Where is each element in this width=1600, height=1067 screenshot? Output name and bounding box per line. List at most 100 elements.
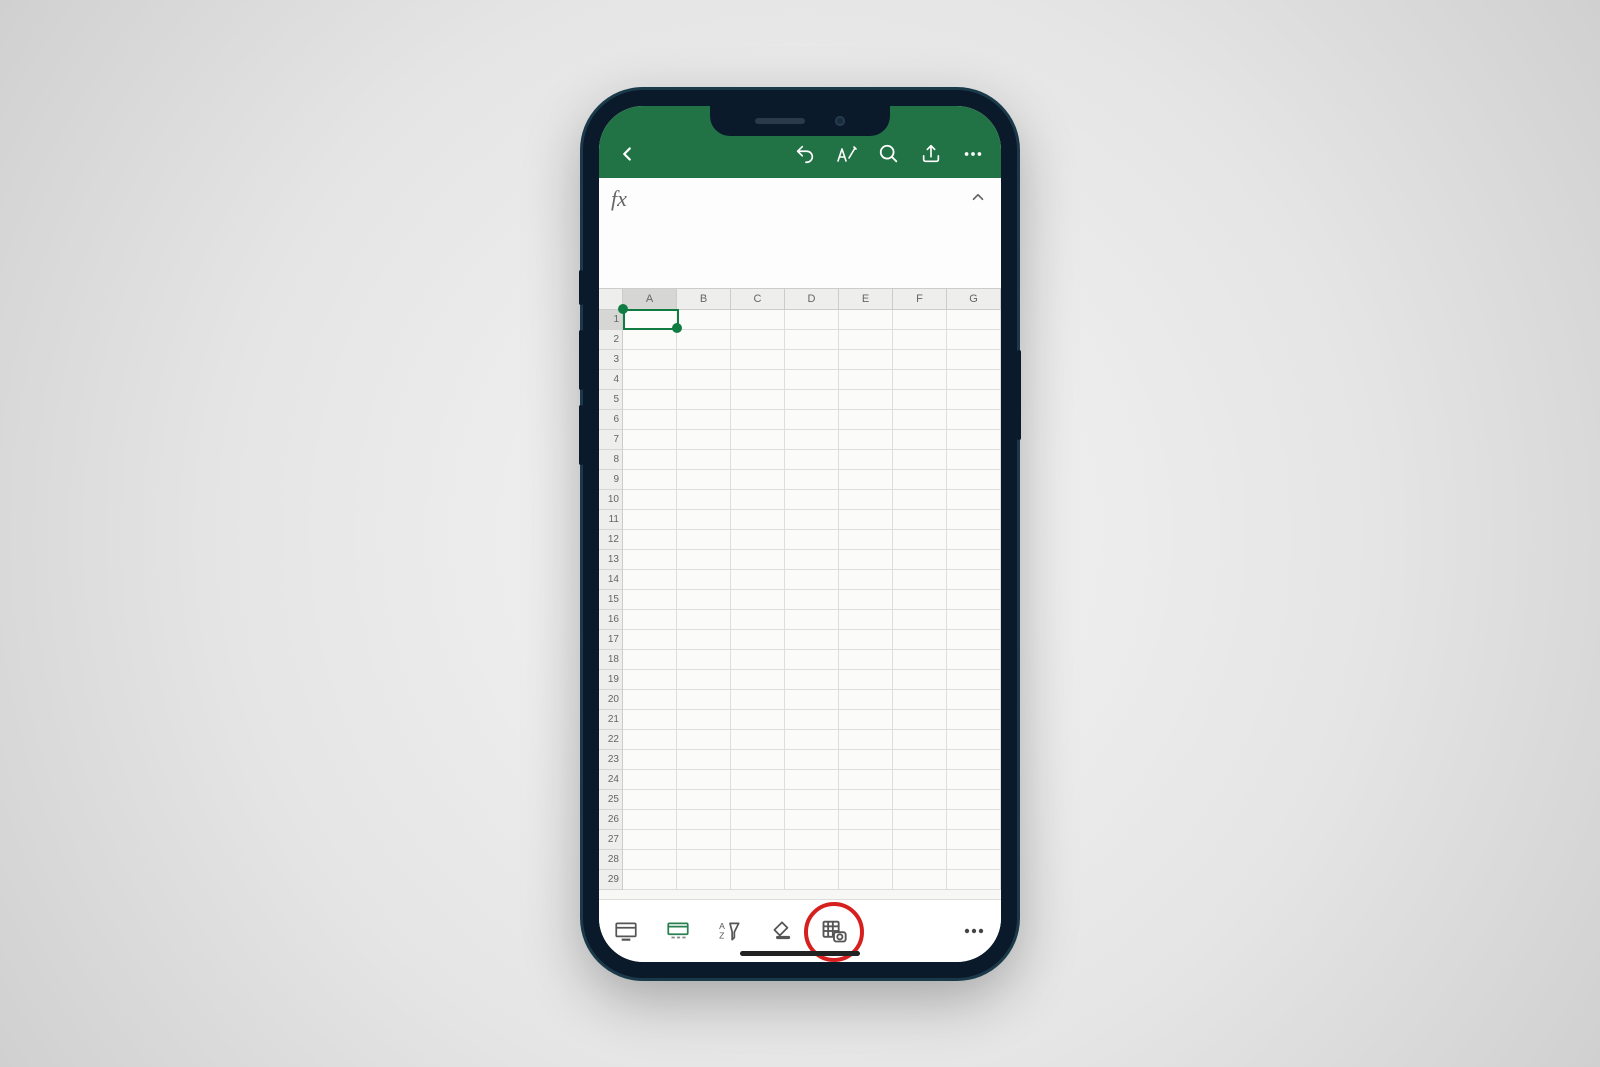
cell[interactable] [731,390,785,410]
cell[interactable] [947,610,1001,630]
row-header[interactable]: 22 [599,730,623,750]
cell[interactable] [839,770,893,790]
cell[interactable] [839,490,893,510]
toolbar-more-button[interactable] [957,914,991,948]
select-all-corner[interactable] [599,289,623,310]
cell[interactable] [839,450,893,470]
cell[interactable] [677,710,731,730]
cell[interactable] [731,450,785,470]
share-button[interactable] [913,136,949,172]
cell[interactable] [731,350,785,370]
cell[interactable] [731,330,785,350]
cell[interactable] [785,470,839,490]
row-header[interactable]: 21 [599,710,623,730]
home-indicator[interactable] [740,951,860,956]
cell[interactable] [677,470,731,490]
column-header[interactable]: C [731,289,785,310]
cell[interactable] [947,630,1001,650]
cell[interactable] [893,570,947,590]
cell[interactable] [785,390,839,410]
cell[interactable] [893,610,947,630]
cell[interactable] [947,490,1001,510]
row-header[interactable]: 28 [599,850,623,870]
row-header[interactable]: 15 [599,590,623,610]
cell[interactable] [893,370,947,390]
cell[interactable] [947,710,1001,730]
cell[interactable] [947,750,1001,770]
cell[interactable] [677,490,731,510]
cell[interactable] [947,470,1001,490]
cell[interactable] [731,670,785,690]
cell[interactable] [731,810,785,830]
cell[interactable] [785,590,839,610]
cell[interactable] [947,810,1001,830]
cell[interactable] [677,810,731,830]
cell[interactable] [947,530,1001,550]
row-header[interactable]: 1 [599,310,623,330]
cell[interactable] [785,450,839,470]
cell[interactable] [785,830,839,850]
column-header[interactable]: A [623,289,677,310]
row-header[interactable]: 18 [599,650,623,670]
cell[interactable] [623,670,677,690]
cell[interactable] [785,350,839,370]
cell[interactable] [785,370,839,390]
cell[interactable] [623,790,677,810]
cell[interactable] [893,410,947,430]
cell[interactable] [785,490,839,510]
sheet-tabs-button[interactable] [661,914,695,948]
column-header[interactable]: B [677,289,731,310]
spreadsheet-grid[interactable]: ABCDEFG123456789101112131415161718192021… [599,289,1001,899]
cell[interactable] [623,330,677,350]
cell[interactable] [839,750,893,770]
cell[interactable] [839,550,893,570]
row-header[interactable]: 16 [599,610,623,630]
cell[interactable] [677,410,731,430]
cell[interactable] [893,350,947,370]
cell[interactable] [677,310,731,330]
cell[interactable] [893,330,947,350]
cell[interactable] [947,650,1001,670]
cell[interactable] [623,590,677,610]
cell[interactable] [623,570,677,590]
cell[interactable] [947,310,1001,330]
cell[interactable] [839,690,893,710]
cell[interactable] [677,850,731,870]
cell[interactable] [677,770,731,790]
cell[interactable] [677,370,731,390]
cell[interactable] [839,610,893,630]
cell[interactable] [677,330,731,350]
cell[interactable] [947,430,1001,450]
cell[interactable] [893,510,947,530]
cell[interactable] [839,710,893,730]
cell[interactable] [623,370,677,390]
cell[interactable] [785,550,839,570]
cell[interactable] [623,550,677,570]
cell[interactable] [947,550,1001,570]
cell[interactable] [947,790,1001,810]
cell[interactable] [839,390,893,410]
cell[interactable] [839,590,893,610]
cell[interactable] [731,370,785,390]
row-header[interactable]: 17 [599,630,623,650]
cell[interactable] [677,830,731,850]
cell[interactable] [623,810,677,830]
cell[interactable] [785,530,839,550]
row-header[interactable]: 11 [599,510,623,530]
cell[interactable] [677,690,731,710]
cell[interactable] [947,370,1001,390]
row-header[interactable]: 10 [599,490,623,510]
cell[interactable] [839,410,893,430]
formula-bar[interactable]: fx [599,178,1001,289]
column-header[interactable]: F [893,289,947,310]
cell[interactable] [623,410,677,430]
cell[interactable] [731,830,785,850]
back-button[interactable] [609,136,645,172]
cell[interactable] [893,550,947,570]
cell[interactable] [623,850,677,870]
row-header[interactable]: 5 [599,390,623,410]
row-header[interactable]: 14 [599,570,623,590]
cell[interactable] [677,450,731,470]
cell[interactable] [947,350,1001,370]
row-header[interactable]: 25 [599,790,623,810]
